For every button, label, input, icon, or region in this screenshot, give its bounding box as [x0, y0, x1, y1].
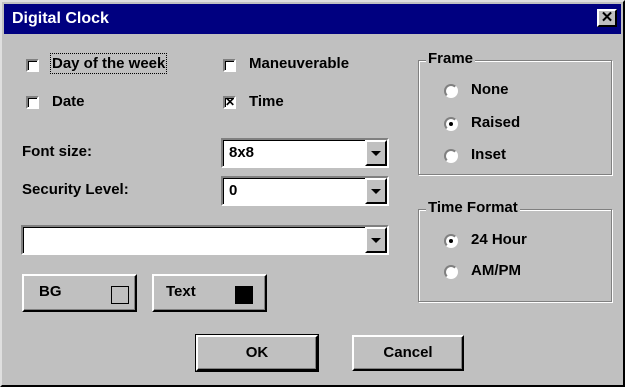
radio-button[interactable] — [444, 117, 458, 131]
title-bar[interactable]: Digital Clock ✕ — [4, 4, 621, 34]
checkbox-box[interactable] — [26, 59, 39, 72]
security-level-select[interactable]: 0 — [221, 176, 389, 206]
check-x-icon: ✕ — [225, 95, 236, 109]
dialog-window: Digital Clock ✕ Day of the week Maneuver… — [0, 0, 625, 387]
text-button-label: Text — [166, 283, 196, 300]
security-level-label: Security Level: — [22, 181, 129, 198]
chevron-down-icon[interactable] — [365, 140, 387, 166]
cancel-button[interactable]: Cancel — [352, 335, 464, 371]
checkbox-label: Time — [249, 93, 284, 110]
radio-button[interactable] — [444, 234, 458, 248]
radio-selected-dot — [449, 122, 453, 126]
text-color-swatch — [235, 286, 253, 304]
radio-button[interactable] — [444, 149, 458, 163]
radio-button[interactable] — [444, 84, 458, 98]
security-level-value: 0 — [229, 182, 238, 199]
radio-label: 24 Hour — [471, 231, 527, 248]
ok-button[interactable]: OK — [195, 334, 319, 372]
checkbox-label: Maneuverable — [249, 55, 350, 72]
bg-color-button[interactable]: BG — [22, 274, 137, 312]
radio-label: AM/PM — [471, 262, 521, 279]
time-format-group — [418, 209, 612, 302]
bg-color-swatch — [111, 286, 129, 304]
time-format-group-title: Time Format — [426, 199, 520, 216]
radio-label: Raised — [471, 114, 521, 131]
extra-select[interactable] — [21, 225, 389, 255]
font-size-label: Font size: — [22, 143, 92, 160]
window-title: Digital Clock — [12, 10, 109, 27]
checkbox-box[interactable] — [26, 96, 39, 109]
chevron-down-icon[interactable] — [365, 227, 387, 253]
text-color-button[interactable]: Text — [152, 274, 267, 312]
close-icon: ✕ — [600, 9, 614, 26]
checkbox-label: Date — [52, 93, 85, 110]
radio-label: None — [471, 81, 509, 98]
bg-button-label: BG — [39, 283, 62, 300]
font-size-value: 8x8 — [229, 144, 255, 161]
frame-group-title: Frame — [426, 50, 476, 67]
checkbox-label: Day of the week — [49, 53, 168, 74]
ok-button-label: OK — [245, 344, 269, 361]
radio-label: Inset — [471, 146, 507, 163]
font-size-select[interactable]: 8x8 — [221, 138, 389, 168]
checkbox-box[interactable] — [223, 59, 236, 72]
chevron-down-icon[interactable] — [365, 178, 387, 204]
close-button[interactable]: ✕ — [597, 9, 617, 27]
checkbox-box[interactable]: ✕ — [223, 95, 236, 109]
cancel-button-label: Cancel — [383, 344, 433, 361]
radio-selected-dot — [449, 239, 453, 243]
radio-button[interactable] — [444, 265, 458, 279]
